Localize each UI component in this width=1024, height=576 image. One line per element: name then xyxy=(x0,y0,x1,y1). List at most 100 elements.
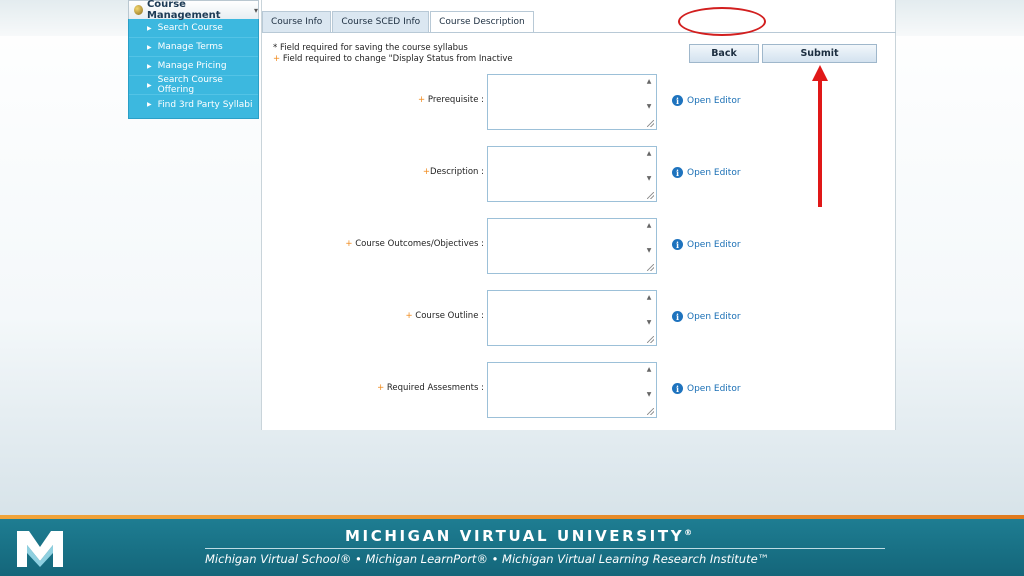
resize-grip-icon[interactable] xyxy=(647,336,654,343)
open-editor-link[interactable]: i Open Editor xyxy=(672,311,741,322)
field-label: + Prerequisite : xyxy=(418,95,484,105)
tab-course-description[interactable]: Course Description xyxy=(430,11,534,32)
field-row-description: +Description : ▲ ▼ i Open Editor xyxy=(262,146,897,202)
sidebar-item-search-course[interactable]: ▶ Search Course xyxy=(129,19,258,38)
scroll-down-icon[interactable]: ▼ xyxy=(645,391,653,398)
sidebar-item-label: Manage Pricing xyxy=(157,61,227,71)
required-marker: + xyxy=(345,239,353,249)
scroll-up-icon[interactable]: ▲ xyxy=(645,78,653,85)
scroll-up-icon[interactable]: ▲ xyxy=(645,294,653,301)
tab-divider xyxy=(262,32,896,33)
sidebar-item-find-3rd-party-syllabi[interactable]: ▶ Find 3rd Party Syllabi xyxy=(129,95,258,114)
sidebar-header-course-management[interactable]: Course Management ▾ xyxy=(128,0,259,21)
sidebar-item-manage-pricing[interactable]: ▶ Manage Pricing xyxy=(129,57,258,76)
field-row-prerequisite: + Prerequisite : ▲ ▼ i Open Editor xyxy=(262,74,897,130)
field-row-course-outline: + Course Outline : ▲ ▼ i Open Editor xyxy=(262,290,897,346)
chevron-right-icon: ▶ xyxy=(147,43,152,51)
sidebar-item-label: Find 3rd Party Syllabi xyxy=(157,99,253,110)
chevron-right-icon: ▶ xyxy=(147,24,152,32)
mvu-logo-icon xyxy=(17,531,63,567)
tab-course-info[interactable]: Course Info xyxy=(262,11,332,32)
footer-title: MICHIGAN VIRTUAL UNIVERSITY® xyxy=(345,527,693,545)
scroll-down-icon[interactable]: ▼ xyxy=(645,247,653,254)
scroll-up-icon[interactable]: ▲ xyxy=(645,222,653,229)
back-button[interactable]: Back xyxy=(689,44,759,63)
field-label: + Course Outcomes/Objectives : xyxy=(345,239,484,249)
annotation-arrow xyxy=(812,65,828,207)
scroll-up-icon[interactable]: ▲ xyxy=(645,150,653,157)
field-label: + Required Assesments : xyxy=(377,383,484,393)
required-assessments-textarea[interactable]: ▲ ▼ xyxy=(487,362,657,418)
field-label: + Course Outline : xyxy=(405,311,484,321)
mvu-logo xyxy=(12,527,68,571)
footer-banner: MICHIGAN VIRTUAL UNIVERSITY® Michigan Vi… xyxy=(0,519,1024,576)
resize-grip-icon[interactable] xyxy=(647,408,654,415)
sidebar-item-search-course-offering[interactable]: ▶ Search Course Offering xyxy=(129,75,258,95)
open-editor-link[interactable]: i Open Editor xyxy=(672,383,741,394)
note-display-status-text: Field required to change "Display Status… xyxy=(280,54,513,64)
field-label: +Description : xyxy=(423,167,484,177)
field-label-text: Course Outline : xyxy=(412,311,484,321)
sidebar-header-label: Course Management xyxy=(146,0,221,21)
open-editor-label: Open Editor xyxy=(687,383,741,394)
info-icon: i xyxy=(672,383,683,394)
open-editor-label: Open Editor xyxy=(687,95,741,106)
tab-label: Course Description xyxy=(439,17,525,27)
tab-label: Course SCED Info xyxy=(341,17,421,27)
resize-grip-icon[interactable] xyxy=(647,264,654,271)
note-syllabus: * Field required for saving the course s… xyxy=(273,43,468,53)
sidebar-item-label: Search Course xyxy=(157,23,223,33)
sidebar: Course Management ▾ ▶ Search Course ▶ Ma… xyxy=(128,0,259,119)
background-band-left xyxy=(0,0,128,36)
info-icon: i xyxy=(672,239,683,250)
field-label-text: Course Outcomes/Objectives : xyxy=(352,239,484,249)
sidebar-item-label: Search Course Offering xyxy=(157,75,223,95)
sidebar-item-label: Manage Terms xyxy=(157,42,223,52)
field-label-text: Description : xyxy=(430,167,484,177)
description-textarea[interactable]: ▲ ▼ xyxy=(487,146,657,202)
background-band-right xyxy=(896,0,1024,36)
course-outcomes-textarea[interactable]: ▲ ▼ xyxy=(487,218,657,274)
open-editor-label: Open Editor xyxy=(687,167,741,178)
tab-label: Course Info xyxy=(271,17,323,27)
field-row-course-outcomes: + Course Outcomes/Objectives : ▲ ▼ i Ope… xyxy=(262,218,897,274)
field-row-required-assessments: + Required Assesments : ▲ ▼ i Open Edito… xyxy=(262,362,897,418)
info-icon: i xyxy=(672,95,683,106)
scroll-up-icon[interactable]: ▲ xyxy=(645,366,653,373)
scroll-down-icon[interactable]: ▼ xyxy=(645,319,653,326)
chevron-right-icon: ▶ xyxy=(147,81,152,89)
course-outline-textarea[interactable]: ▲ ▼ xyxy=(487,290,657,346)
main-panel: Course Info Course SCED Info Course Desc… xyxy=(261,0,896,430)
info-icon: i xyxy=(672,311,683,322)
open-editor-link[interactable]: i Open Editor xyxy=(672,95,741,106)
tab-bar: Course Info Course SCED Info Course Desc… xyxy=(262,11,535,32)
required-field-notes: * Field required for saving the course s… xyxy=(273,43,513,65)
sidebar-item-manage-terms[interactable]: ▶ Manage Terms xyxy=(129,38,258,57)
field-label-text: Prerequisite : xyxy=(425,95,484,105)
tab-course-sced-info[interactable]: Course SCED Info xyxy=(332,11,430,32)
footer-subtitle: Michigan Virtual School® • Michigan Lear… xyxy=(205,552,770,566)
required-marker: + xyxy=(422,167,431,177)
open-editor-link[interactable]: i Open Editor xyxy=(672,167,741,178)
caret-down-icon: ▾ xyxy=(253,5,258,15)
resize-grip-icon[interactable] xyxy=(647,120,654,127)
info-icon: i xyxy=(672,167,683,178)
scroll-down-icon[interactable]: ▼ xyxy=(645,175,653,182)
submit-button[interactable]: Submit xyxy=(762,44,877,63)
resize-grip-icon[interactable] xyxy=(647,192,654,199)
prerequisite-textarea[interactable]: ▲ ▼ xyxy=(487,74,657,130)
open-editor-link[interactable]: i Open Editor xyxy=(672,239,741,250)
sidebar-menu: ▶ Search Course ▶ Manage Terms ▶ Manage … xyxy=(128,19,259,119)
chevron-right-icon: ▶ xyxy=(147,62,152,70)
note-display-status: + Field required to change "Display Stat… xyxy=(273,54,513,65)
scroll-down-icon[interactable]: ▼ xyxy=(645,103,653,110)
open-editor-label: Open Editor xyxy=(687,239,741,250)
open-editor-label: Open Editor xyxy=(687,311,741,322)
annotation-circle xyxy=(678,7,766,36)
course-management-icon xyxy=(134,5,143,15)
required-marker: + xyxy=(405,311,413,321)
field-label-text: Required Assesments : xyxy=(384,383,484,393)
registered-mark: ® xyxy=(684,528,693,537)
footer-divider xyxy=(205,548,885,549)
chevron-right-icon: ▶ xyxy=(147,101,152,108)
